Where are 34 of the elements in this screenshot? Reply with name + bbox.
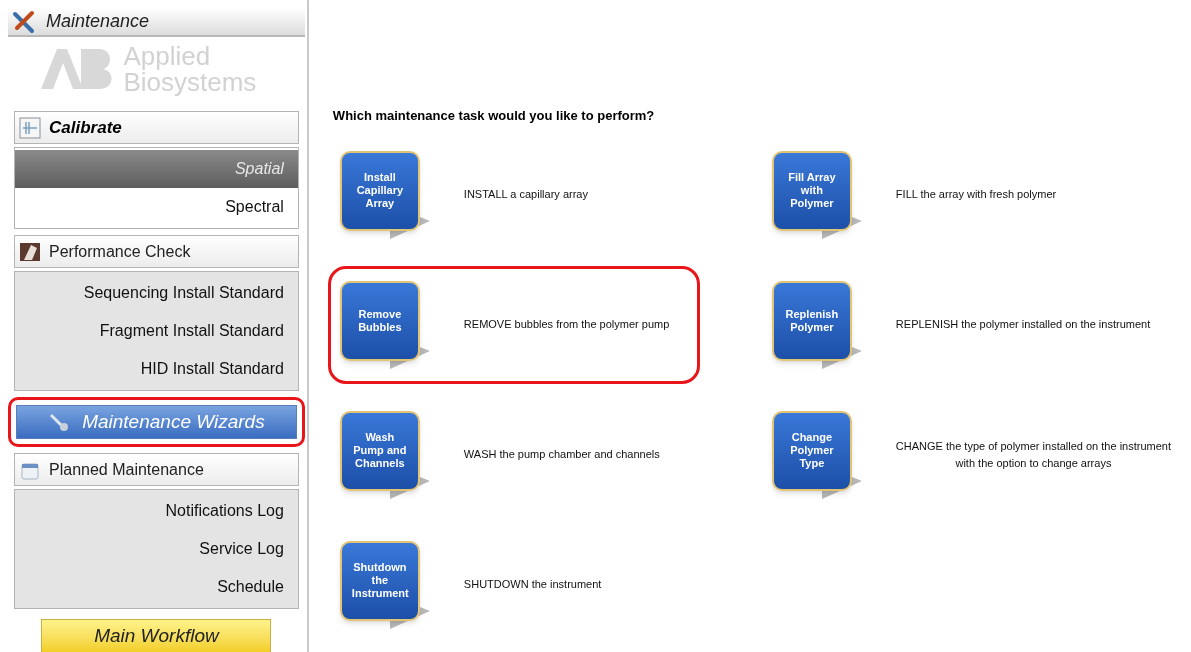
task-description: REPLENISH the polymer installed on the instrument [895,317,1151,333]
sidebar-item[interactable]: Schedule [15,568,298,606]
task-tile-button[interactable]: Fill Array with Polymer [771,150,852,231]
task-description: SHUTDOWN the instrument [463,577,602,593]
task-tile-button[interactable]: Change Polymer Type [771,410,852,491]
task-tile-button[interactable]: Shutdown the Instrument [339,540,420,621]
task-description: CHANGE the type of polymer installed on the instrument with the option to change arrays [895,439,1171,471]
task-tile-button[interactable]: Wash Pump and Channels [339,410,420,491]
sidebar-item[interactable]: Spatial [15,150,298,188]
sidebar-item[interactable]: Fragment Install Standard [15,312,298,350]
maintenance-wizards-button[interactable]: Maintenance Wizards [16,405,297,439]
sidebar-item[interactable]: Spectral [15,188,298,226]
task-tile-button[interactable]: Install Capillary Array [339,150,420,231]
section-title: Planned Maintenance [49,459,204,480]
sidebar-item[interactable]: Service Log [15,530,298,568]
caliper-icon [19,116,41,139]
task-description: REMOVE bubbles from the polymer pump [463,317,670,333]
sidebar-title: Maintenance [46,10,150,33]
task-description: WASH the pump chamber and channels [463,447,660,463]
sidebar-item[interactable]: HID Install Standard [15,350,298,388]
task-description: INSTALL a capillary array [463,187,588,203]
sidebar-item[interactable]: Sequencing Install Standard [15,274,298,312]
section-header[interactable]: Planned Maintenance [14,453,299,486]
section-title: Calibrate [49,116,122,139]
section-header[interactable]: Performance Check [14,235,299,268]
section-title: Performance Check [49,241,191,262]
main-workflow-button[interactable]: Main Workflow [41,619,272,652]
task-description: FILL the array with fresh polymer [895,187,1057,203]
question-heading: Which maintenance task would you like to perform? [332,107,656,125]
task-tile-button[interactable]: Replenish Polymer [771,280,852,361]
sidebar-item[interactable]: Notifications Log [15,492,298,530]
photo-icon [19,240,41,263]
task-tile-button[interactable]: Remove Bubbles [339,280,420,361]
section-header[interactable]: Calibrate [14,111,299,144]
